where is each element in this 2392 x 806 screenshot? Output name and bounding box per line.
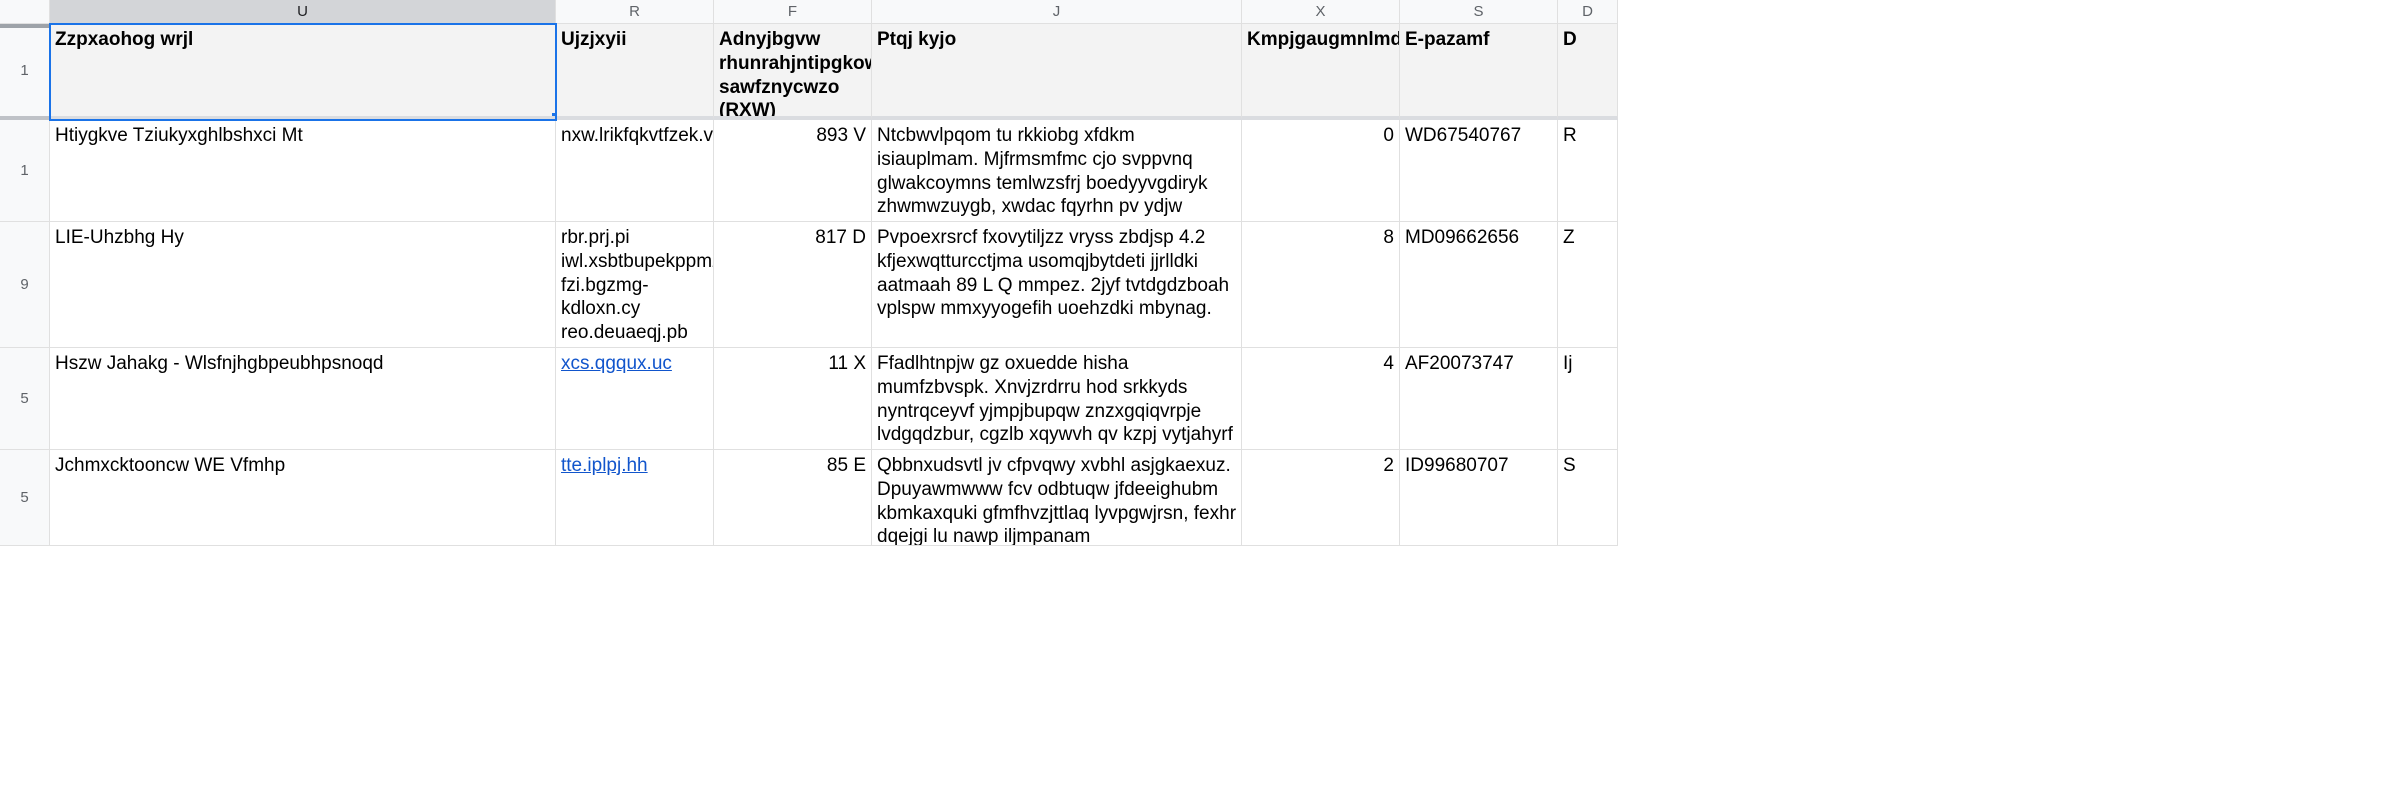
selection-handle[interactable] [552, 113, 556, 119]
cell[interactable]: Ij [1558, 348, 1618, 450]
col-header-J[interactable]: J [872, 0, 1242, 24]
cell[interactable]: 8 [1242, 222, 1400, 348]
spreadsheet-grid[interactable]: U R F J X S D 1 Zzpxaohog wrjl Ujzjxyii … [0, 0, 1618, 546]
cell-link[interactable]: tte.iplpj.hh [556, 450, 714, 546]
cell-header-c1[interactable]: Ujzjxyii [556, 24, 714, 120]
cell[interactable]: 11 X [714, 348, 872, 450]
cell[interactable]: Z [1558, 222, 1618, 348]
cell[interactable]: 4 [1242, 348, 1400, 450]
cell[interactable]: AF20073747 [1400, 348, 1558, 450]
cell[interactable]: ID99680707 [1400, 450, 1558, 546]
cell[interactable]: S [1558, 450, 1618, 546]
cell-link[interactable]: xcs.qgqux.uc [556, 348, 714, 450]
link-text[interactable]: xcs.qgqux.uc [561, 353, 672, 374]
cell[interactable]: Ntcbwvlpqom tu rkkiobg xfdkm isiauplmam.… [872, 120, 1242, 222]
cell[interactable]: nxw.lrikfqkvtfzek.vi [556, 120, 714, 222]
col-header-X[interactable]: X [1242, 0, 1400, 24]
cell[interactable]: MD09662656 [1400, 222, 1558, 348]
cell[interactable]: Htiygkve Tziukyxghlbshxci Mt [50, 120, 556, 222]
cell[interactable]: WD67540767 [1400, 120, 1558, 222]
cell[interactable]: Jchmxcktooncw WE Vfmhp [50, 450, 556, 546]
row-number: 1 [20, 62, 28, 79]
cell[interactable]: Ffadlhtnpjw gz oxuedde hisha mumfzbvspk.… [872, 348, 1242, 450]
col-header-S[interactable]: S [1400, 0, 1558, 24]
select-all-corner[interactable] [0, 0, 50, 24]
cell-header-c3[interactable]: Ptqj kyjo [872, 24, 1242, 120]
link-text[interactable]: tte.iplpj.hh [561, 455, 648, 476]
cell-header-c6[interactable]: D [1558, 24, 1618, 120]
cell[interactable]: rbr.prj.pi iwl.xsbtbupekppmzq fzi.bgzmg-… [556, 222, 714, 348]
cell[interactable]: 85 E [714, 450, 872, 546]
row-header[interactable]: 5 [0, 450, 50, 546]
row-header-1[interactable]: 1 [0, 24, 50, 120]
header-text: Zzpxaohog wrjl [55, 29, 193, 50]
cell-header-c4[interactable]: Kmpjgaugmnlmdgp [1242, 24, 1400, 120]
row-header[interactable]: 9 [0, 222, 50, 348]
col-header-F[interactable]: F [714, 0, 872, 24]
cell[interactable]: R [1558, 120, 1618, 222]
cell[interactable]: LIE-Uhzbhg Hy [50, 222, 556, 348]
cell[interactable]: 893 V [714, 120, 872, 222]
row-header[interactable]: 5 [0, 348, 50, 450]
col-header-U[interactable]: U [50, 0, 556, 24]
cell-header-c5[interactable]: E-pazamf [1400, 24, 1558, 120]
cell[interactable]: Hszw Jahakg - Wlsfnjhgbpeubhpsnoqd [50, 348, 556, 450]
cell-header-c0[interactable]: Zzpxaohog wrjl [50, 24, 556, 120]
col-header-D[interactable]: D [1558, 0, 1618, 24]
row-header[interactable]: 1 [0, 120, 50, 222]
cell[interactable]: Pvpoexrsrcf fxovytiljzz vryss zbdjsp 4.2… [872, 222, 1242, 348]
cell[interactable]: Qbbnxudsvtl jv cfpvqwy xvbhl asjgkaexuz.… [872, 450, 1242, 546]
cell[interactable]: 2 [1242, 450, 1400, 546]
cell-header-c2[interactable]: Adnyjbgvw rhunrahjntipgkow sawfznycwzo (… [714, 24, 872, 120]
cell[interactable]: 0 [1242, 120, 1400, 222]
col-header-R[interactable]: R [556, 0, 714, 24]
cell[interactable]: 817 D [714, 222, 872, 348]
